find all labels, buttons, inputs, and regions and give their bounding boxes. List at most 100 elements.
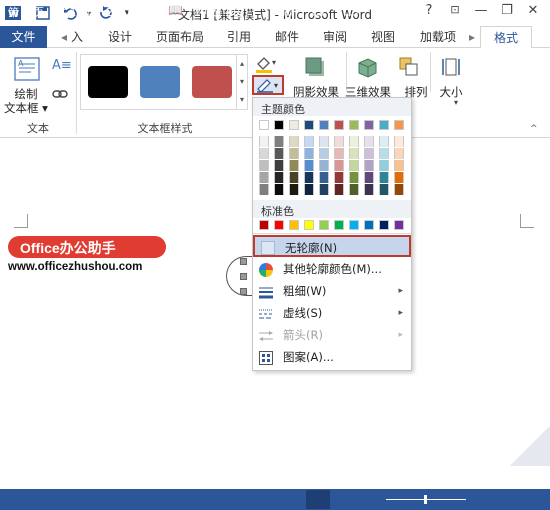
theme-shade-swatch[interactable] [349, 136, 359, 147]
theme-shade-swatch[interactable] [379, 136, 389, 147]
read-mode-icon[interactable] [278, 4, 292, 16]
theme-shade-swatch[interactable] [394, 148, 404, 159]
theme-shade-swatch[interactable] [319, 184, 329, 195]
theme-shade-swatch[interactable] [304, 148, 314, 159]
tab-review[interactable]: 审阅 [318, 26, 352, 48]
theme-shade-swatch[interactable] [394, 184, 404, 195]
3d-effects-icon[interactable] [356, 56, 378, 78]
help-button[interactable]: ? [418, 3, 440, 23]
link-icon[interactable] [52, 88, 68, 102]
tab-view[interactable]: 视图 [366, 26, 400, 48]
shadow-effects-icon[interactable] [304, 56, 326, 78]
theme-color-swatch[interactable] [289, 120, 299, 130]
theme-shade-swatch[interactable] [379, 160, 389, 171]
theme-color-swatch[interactable] [379, 120, 389, 130]
theme-shade-swatch[interactable] [334, 184, 344, 195]
resize-handle[interactable] [240, 273, 247, 280]
shape-outline-button[interactable]: ▾ [252, 75, 284, 95]
standard-color-swatch[interactable] [334, 220, 344, 230]
theme-color-swatch[interactable] [394, 120, 404, 130]
theme-shade-swatch[interactable] [364, 160, 374, 171]
shape-fill-dropdown-icon[interactable]: ▾ [272, 58, 276, 67]
menu-more-colors[interactable]: 其他轮廓颜色(M)... [253, 258, 411, 280]
arrange-icon[interactable] [398, 56, 420, 78]
close-button[interactable]: ✕ [522, 3, 544, 23]
tab-format[interactable]: 格式 [480, 26, 532, 49]
standard-color-swatch[interactable] [304, 220, 314, 230]
theme-shade-swatch[interactable] [364, 172, 374, 183]
theme-shade-swatch[interactable] [379, 172, 389, 183]
page-count[interactable]: 第 1 页，共 1 页 [8, 4, 91, 20]
theme-shade-swatch[interactable] [349, 148, 359, 159]
theme-shade-swatch[interactable] [289, 148, 299, 159]
restore-button[interactable]: ❐ [496, 3, 518, 23]
menu-pattern[interactable]: 图案(A)... [253, 346, 411, 368]
theme-color-swatch[interactable] [364, 120, 374, 130]
theme-shade-swatch[interactable] [289, 136, 299, 147]
zoom-slider-thumb[interactable] [424, 495, 427, 504]
zoom-out-icon[interactable]: − [372, 2, 383, 17]
print-layout-button[interactable] [306, 490, 330, 509]
web-layout-icon[interactable] [344, 4, 358, 16]
theme-shade-swatch[interactable] [349, 172, 359, 183]
theme-shade-swatch[interactable] [334, 136, 344, 147]
menu-no-outline[interactable]: 无轮廓(N) [253, 235, 411, 257]
tab-scroll-left[interactable]: ◂ [58, 26, 70, 48]
theme-shade-swatch[interactable] [364, 184, 374, 195]
theme-shade-swatch[interactable] [334, 160, 344, 171]
draw-textbox-icon[interactable]: A [12, 56, 42, 84]
theme-shade-swatch[interactable] [289, 184, 299, 195]
shape-fill-icon[interactable] [254, 55, 274, 73]
theme-shade-swatch[interactable] [259, 136, 269, 147]
theme-shade-swatch[interactable] [319, 148, 329, 159]
theme-color-swatch[interactable] [334, 120, 344, 130]
tab-layout[interactable]: 页面布局 [150, 26, 210, 48]
theme-shade-swatch[interactable] [274, 136, 284, 147]
word-count[interactable]: 2/2 个字 [106, 4, 149, 20]
theme-shade-swatch[interactable] [364, 148, 374, 159]
gallery-scroll[interactable]: ▴ ▾ ▾ [236, 55, 247, 109]
language[interactable]: 中文(中国) [196, 4, 249, 20]
theme-shade-swatch[interactable] [394, 172, 404, 183]
theme-shade-swatch[interactable] [274, 172, 284, 183]
theme-shade-swatch[interactable] [349, 184, 359, 195]
theme-shade-swatch[interactable] [319, 136, 329, 147]
text-direction-icon[interactable]: A≡ [52, 58, 72, 74]
theme-color-swatch[interactable] [349, 120, 359, 130]
standard-color-swatch[interactable] [319, 220, 329, 230]
theme-shade-swatch[interactable] [379, 184, 389, 195]
tab-addins[interactable]: 加载项 [414, 26, 462, 48]
style-swatch-blue[interactable] [140, 66, 180, 98]
standard-color-swatch[interactable] [379, 220, 389, 230]
tab-mailings[interactable]: 邮件 [270, 26, 304, 48]
standard-color-swatch[interactable] [364, 220, 374, 230]
collapse-ribbon-icon[interactable]: ^ [530, 124, 538, 134]
theme-shade-swatch[interactable] [349, 160, 359, 171]
theme-shade-swatch[interactable] [259, 172, 269, 183]
theme-shade-swatch[interactable] [259, 184, 269, 195]
theme-shade-swatch[interactable] [304, 172, 314, 183]
theme-shade-swatch[interactable] [379, 148, 389, 159]
theme-shade-swatch[interactable] [259, 148, 269, 159]
theme-shade-swatch[interactable] [394, 136, 404, 147]
theme-shade-swatch[interactable] [304, 136, 314, 147]
theme-shade-swatch[interactable] [304, 160, 314, 171]
minimize-button[interactable]: — [470, 3, 492, 23]
standard-color-swatch[interactable] [394, 220, 404, 230]
theme-shade-swatch[interactable] [289, 172, 299, 183]
theme-shade-swatch[interactable] [334, 148, 344, 159]
theme-shade-swatch[interactable] [394, 160, 404, 171]
tab-partial[interactable]: 入 [70, 26, 84, 48]
proofing-icon[interactable]: 📖 [168, 3, 183, 17]
standard-color-swatch[interactable] [274, 220, 284, 230]
ribbon-options-icon[interactable]: ⊡ [444, 3, 466, 23]
menu-dashes[interactable]: 虚线(S) ▸ [253, 302, 411, 324]
theme-shade-swatch[interactable] [274, 160, 284, 171]
standard-color-swatch[interactable] [259, 220, 269, 230]
theme-shade-swatch[interactable] [274, 148, 284, 159]
draw-textbox-label-2[interactable]: 文本框 ▾ [2, 100, 50, 116]
tab-scroll-right[interactable]: ▸ [466, 26, 478, 48]
theme-color-swatch[interactable] [304, 120, 314, 130]
size-dropdown-icon[interactable]: ▾ [454, 98, 458, 107]
style-swatch-red[interactable] [192, 66, 232, 98]
